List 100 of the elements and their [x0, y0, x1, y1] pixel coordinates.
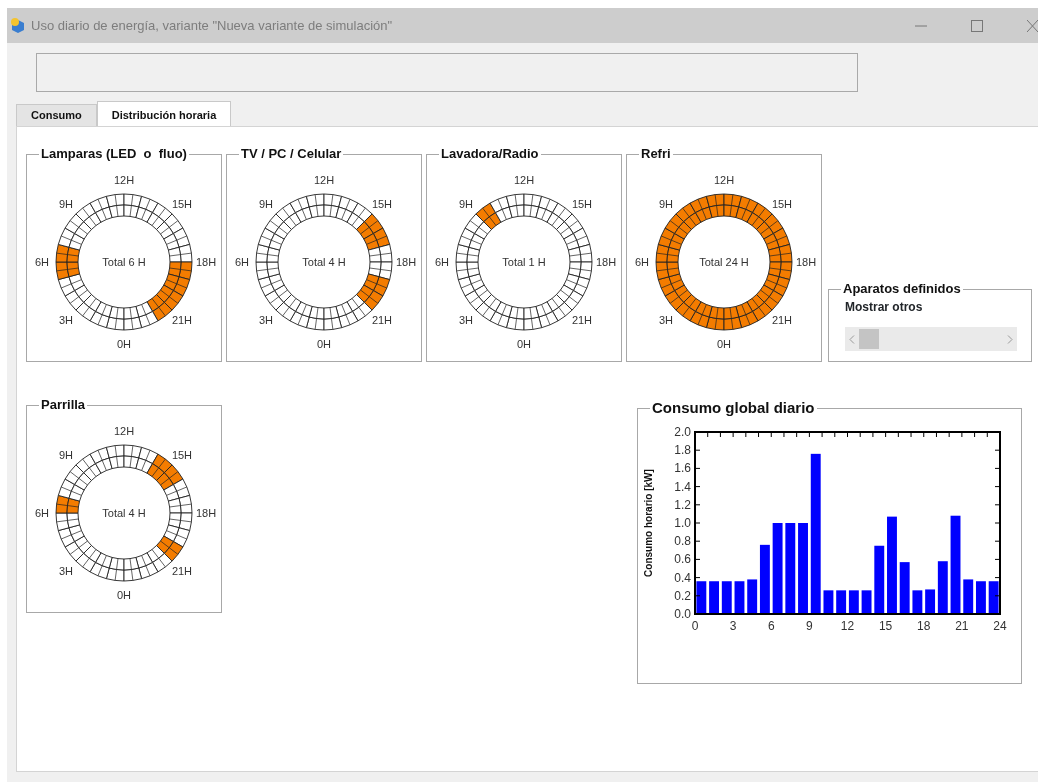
hour-segment[interactable]: [55, 243, 80, 263]
group-title: Lavadora/Radio: [440, 147, 540, 161]
hour-segment[interactable]: [105, 444, 125, 469]
hour-label: 12H: [113, 425, 135, 437]
hour-label: 0H: [516, 338, 532, 350]
tick-label: 0.8: [674, 534, 691, 549]
bar: [874, 545, 885, 614]
tick-label: 21: [955, 619, 969, 633]
hour-label: 21H: [371, 314, 393, 326]
tick-label: 1.6: [674, 461, 691, 476]
hour-label: 18H: [195, 507, 217, 519]
hour-segment[interactable]: [705, 193, 725, 218]
hour-label: 6H: [34, 256, 50, 268]
group-title: Consumo global diario: [651, 401, 816, 415]
hour-label: 18H: [595, 256, 617, 268]
hour-label: 6H: [634, 256, 650, 268]
scroll-thumb[interactable]: [859, 329, 879, 349]
tick-label: 0: [691, 619, 699, 633]
field-label: Mostrar otros: [845, 299, 923, 316]
bar: [696, 581, 707, 614]
horizontal-scrollbar[interactable]: [845, 327, 1017, 351]
close-icon[interactable]: [1027, 19, 1038, 32]
tick-label: 18: [917, 619, 931, 633]
hour-label: 21H: [171, 565, 193, 577]
bar: [963, 579, 974, 614]
bar: [899, 562, 910, 614]
hour-label: 15H: [371, 198, 393, 210]
hour-segment[interactable]: [168, 494, 193, 514]
bar: [823, 590, 834, 614]
hour-label: 18H: [795, 256, 817, 268]
hour-segment[interactable]: [168, 243, 193, 263]
tick-label: 0.4: [674, 570, 691, 585]
group-title: TV / PC / Celular: [240, 147, 343, 161]
hour-segment[interactable]: [723, 306, 743, 331]
hour-label: 3H: [459, 314, 474, 326]
tab[interactable]: Distribución horaria: [96, 101, 232, 126]
hour-segment[interactable]: [123, 556, 143, 582]
hour-label: 15H: [571, 198, 593, 210]
hour-label: 21H: [571, 314, 593, 326]
hour-segment[interactable]: [305, 193, 325, 218]
tick-label: 1.0: [674, 516, 691, 530]
bar: [861, 590, 872, 614]
bar: [721, 581, 732, 614]
hour-label: 0H: [116, 589, 132, 601]
hour-label: 9H: [59, 198, 74, 210]
hour-segment[interactable]: [255, 243, 280, 263]
window-title: Uso diario de energía, variante "Nueva variante de simulación": [31, 16, 393, 35]
tick-label: 2.0: [674, 425, 691, 439]
hour-segment[interactable]: [767, 243, 793, 263]
hour-label: 6H: [34, 507, 50, 519]
tick-label: 0.2: [674, 588, 691, 603]
tick-label: 0.6: [674, 552, 691, 567]
tick-label: 24: [993, 619, 1007, 633]
group-title: Lamparas (LED o fluo): [40, 147, 188, 161]
hour-label: 21H: [771, 314, 793, 326]
hour-label: 3H: [59, 565, 74, 577]
hour-label: 15H: [171, 198, 193, 210]
hour-segment[interactable]: [505, 193, 525, 218]
tab[interactable]: Consumo: [16, 104, 97, 126]
total-hours: Total 4 H: [102, 507, 146, 519]
tick-label: 12: [840, 619, 855, 633]
hour-segment[interactable]: [368, 243, 393, 263]
total-hours: Total 6 H: [102, 256, 146, 268]
hour-segment[interactable]: [455, 243, 480, 263]
bar: [976, 581, 986, 614]
hour-segment[interactable]: [655, 243, 681, 263]
tick-label: 3: [729, 619, 737, 633]
bar: [912, 590, 923, 614]
hour-label: 12H: [713, 174, 735, 186]
bar: [709, 581, 719, 614]
hour-segment[interactable]: [567, 243, 593, 263]
total-hours: Total 4 H: [302, 256, 346, 268]
bar: [848, 590, 859, 614]
hour-label: 0H: [316, 338, 332, 350]
hour-label: 12H: [113, 174, 135, 186]
group-title: Refri: [640, 147, 672, 161]
hour-segment[interactable]: [105, 193, 125, 218]
tick-label: 9: [806, 619, 813, 633]
hour-segment[interactable]: [323, 306, 343, 331]
hour-label: 3H: [259, 314, 274, 326]
hour-label: 18H: [195, 256, 217, 268]
hour-label: 0H: [116, 338, 132, 350]
hour-segment[interactable]: [55, 494, 80, 514]
hour-label: 9H: [259, 198, 274, 210]
hour-label: 21H: [171, 314, 193, 326]
input-field[interactable]: [36, 53, 858, 92]
total-hours: Total 1 H: [502, 256, 546, 268]
bar: [734, 581, 745, 614]
hour-label: 18H: [395, 256, 417, 268]
hour-label: 15H: [171, 449, 193, 461]
hour-label: 12H: [313, 174, 335, 186]
axis-title: Consumo horario [kW]: [643, 469, 654, 577]
hour-label: 0H: [716, 338, 732, 350]
group-title: Parrilla: [40, 398, 87, 412]
hour-label: 3H: [59, 314, 74, 326]
hour-segment[interactable]: [123, 306, 143, 331]
hour-label: 9H: [659, 198, 674, 210]
hour-segment[interactable]: [523, 306, 543, 331]
maximize-icon[interactable]: [971, 19, 983, 32]
tick-label: 1.8: [674, 443, 691, 458]
